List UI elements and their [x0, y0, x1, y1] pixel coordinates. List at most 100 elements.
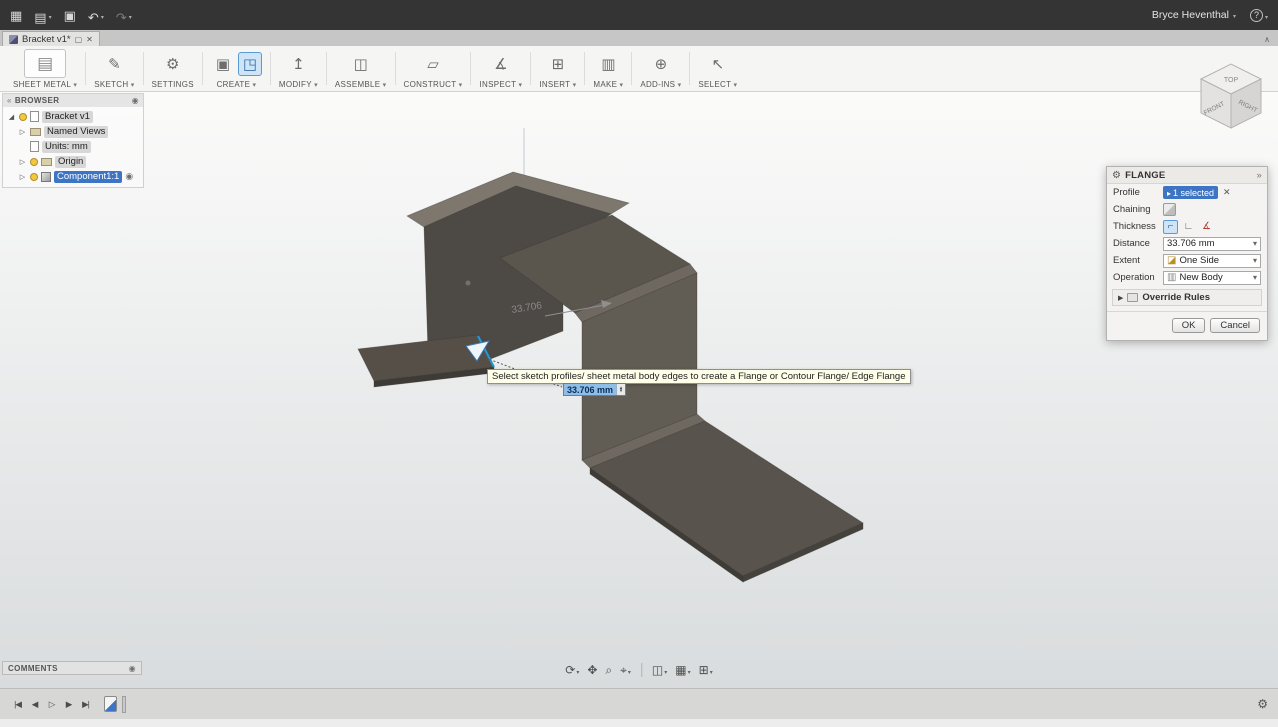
app-launcher-grid-icon[interactable]	[10, 9, 22, 22]
ok-button[interactable]: OK	[1172, 318, 1206, 333]
redo-button[interactable]	[116, 6, 132, 24]
toolbar-group-settings[interactable]: ⚙SETTINGS	[145, 46, 201, 91]
distance-input[interactable]: 33.706 mm	[1163, 237, 1261, 251]
thickness-side-one-icon[interactable]	[1163, 220, 1178, 234]
browser-item-label[interactable]: Origin	[55, 156, 86, 168]
operation-dropdown[interactable]: New Body	[1163, 271, 1261, 285]
display-settings-icon[interactable]: ◫▾	[652, 664, 667, 676]
extent-dropdown-caret-icon[interactable]	[1253, 255, 1257, 266]
operation-dropdown-caret-icon[interactable]	[1253, 272, 1257, 283]
browser-item-label[interactable]: Named Views	[44, 126, 108, 138]
file-menu-caret-icon[interactable]	[49, 6, 52, 24]
expand-arrow-icon[interactable]: ▷	[18, 158, 27, 166]
construct-icon[interactable]: ▱	[421, 52, 445, 76]
browser-item-origin[interactable]: ▷ Origin	[3, 154, 143, 169]
distance-dropdown-caret-icon[interactable]	[1253, 238, 1257, 249]
clear-selection-icon[interactable]	[1223, 187, 1231, 198]
expand-section-arrow-icon[interactable]	[1118, 292, 1123, 303]
browser-item-label[interactable]: Component1:1	[54, 171, 122, 183]
orbit-icon[interactable]: ⟳▾	[565, 664, 579, 676]
toolbar-group-create[interactable]: ▣◳CREATE ▾	[204, 46, 269, 91]
thickness-flip-icon[interactable]	[1199, 220, 1214, 234]
viewcube[interactable]: TOP FRONT RIGHT	[1192, 52, 1270, 137]
grid-snap-icon[interactable]: ▦▾	[675, 664, 690, 676]
toolbar-group-add-ins[interactable]: ⊕ADD-INS ▾	[633, 46, 688, 91]
browser-item-component1-1[interactable]: ▷ Component1:1	[3, 169, 143, 184]
visibility-bulb-icon[interactable]	[19, 113, 27, 121]
distance-value[interactable]: 33.706 mm	[1167, 238, 1215, 249]
expand-arrow-icon[interactable]: ▷	[18, 128, 27, 136]
undo-caret-icon[interactable]	[101, 6, 104, 24]
3d-viewport[interactable]: 33.706	[0, 92, 1278, 688]
visibility-bulb-icon[interactable]	[30, 158, 38, 166]
timeline-options-gear-icon[interactable]	[1257, 697, 1268, 711]
save-icon[interactable]	[64, 9, 76, 22]
toolbar-group-inspect[interactable]: ∡INSPECT ▾	[472, 46, 529, 91]
user-account-menu[interactable]: Bryce Heventhal	[1152, 9, 1236, 21]
step-back-icon[interactable]: ◀	[27, 697, 42, 712]
dimension-input[interactable]: 33.706 mm	[563, 383, 626, 396]
browser-item-named-views[interactable]: ▷ Named Views	[3, 124, 143, 139]
browser-item-bracket-v1[interactable]: ◢Bracket v1	[3, 109, 143, 124]
dimension-input-value[interactable]: 33.706 mm	[564, 384, 616, 395]
toolbar-group-assemble[interactable]: ◫ASSEMBLE ▾	[328, 46, 394, 91]
undo-button[interactable]	[88, 6, 104, 24]
sheet-metal-workspace-icon[interactable]: ▤	[24, 49, 66, 78]
settings-icon[interactable]: ⚙	[161, 52, 185, 76]
expand-arrow-icon[interactable]: ▷	[18, 173, 27, 181]
toolbar-group-select[interactable]: ↖SELECT ▾	[691, 46, 744, 91]
viewports-icon[interactable]: ⊞▾	[699, 664, 713, 676]
redo-caret-icon[interactable]	[129, 6, 132, 24]
dimension-spinner[interactable]	[616, 384, 625, 395]
activate-component-icon[interactable]	[125, 171, 133, 182]
pan-icon[interactable]: ✥	[587, 664, 597, 676]
thickness-symmetric-icon[interactable]	[1181, 220, 1196, 234]
tab-restore-icon[interactable]	[75, 34, 83, 45]
visibility-bulb-icon[interactable]	[30, 173, 38, 181]
collapse-toolbar-icon[interactable]	[1264, 35, 1276, 44]
go-to-end-icon[interactable]: ▶|	[78, 697, 93, 712]
toolbar-group-insert[interactable]: ⊞INSERT ▾	[532, 46, 583, 91]
inspect-icon[interactable]: ∡	[489, 52, 513, 76]
toolbar-group-sketch[interactable]: ✎SKETCH ▾	[87, 46, 141, 91]
browser-item-label[interactable]: Bracket v1	[42, 111, 93, 123]
zoom-icon[interactable]: ⌕	[605, 664, 612, 676]
flange-feature-marker[interactable]	[104, 696, 117, 712]
chaining-toggle-icon[interactable]	[1163, 203, 1176, 216]
flange-icon[interactable]: ◳	[238, 52, 262, 76]
fit-icon[interactable]: ⌖▾	[620, 664, 631, 676]
select-icon[interactable]: ↖	[706, 52, 730, 76]
spinner-down-icon[interactable]	[620, 390, 623, 393]
sketch-icon[interactable]: ✎	[102, 52, 126, 76]
toolbar-group-construct[interactable]: ▱CONSTRUCT ▾	[397, 46, 470, 91]
assemble-icon[interactable]: ◫	[349, 52, 373, 76]
toolbar-group-make[interactable]: ▥MAKE ▾	[586, 46, 630, 91]
override-rules-section[interactable]: Override Rules	[1112, 289, 1262, 306]
browser-item-label[interactable]: Units: mm	[42, 141, 91, 153]
make-icon[interactable]: ▥	[596, 52, 620, 76]
file-menu[interactable]	[34, 6, 51, 24]
cancel-button[interactable]: Cancel	[1210, 318, 1260, 333]
browser-panel-header[interactable]: BROWSER	[3, 94, 143, 107]
extent-dropdown[interactable]: One Side	[1163, 254, 1261, 268]
viewport-canvas[interactable]: 33.706	[0, 92, 1278, 688]
dialog-undock-icon[interactable]	[1257, 170, 1262, 181]
add-ins-icon[interactable]: ⊕	[649, 52, 673, 76]
profile-selected-chip[interactable]: 1 selected	[1163, 186, 1218, 199]
go-to-start-icon[interactable]: |◀	[10, 697, 25, 712]
origin-point[interactable]	[465, 280, 471, 286]
modify-icon[interactable]: ↥	[286, 52, 310, 76]
step-forward-icon[interactable]: ▶	[61, 697, 76, 712]
comments-display-toggle-icon[interactable]	[129, 664, 136, 673]
tab-close-icon[interactable]	[86, 34, 93, 45]
create-solid-icon[interactable]: ▣	[211, 52, 235, 76]
flange-dialog-titlebar[interactable]: FLANGE	[1107, 167, 1267, 184]
toolbar-group-modify[interactable]: ↥MODIFY ▾	[272, 46, 325, 91]
toolbar-group-sheet-metal[interactable]: ▤SHEET METAL ▾	[6, 46, 84, 91]
browser-item-units-mm[interactable]: Units: mm	[3, 139, 143, 154]
help-menu[interactable]	[1250, 6, 1268, 24]
timeline-position-marker[interactable]	[122, 696, 126, 713]
panel-display-toggle-icon[interactable]	[132, 96, 139, 105]
comments-panel[interactable]: COMMENTS	[2, 661, 142, 675]
insert-icon[interactable]: ⊞	[546, 52, 570, 76]
